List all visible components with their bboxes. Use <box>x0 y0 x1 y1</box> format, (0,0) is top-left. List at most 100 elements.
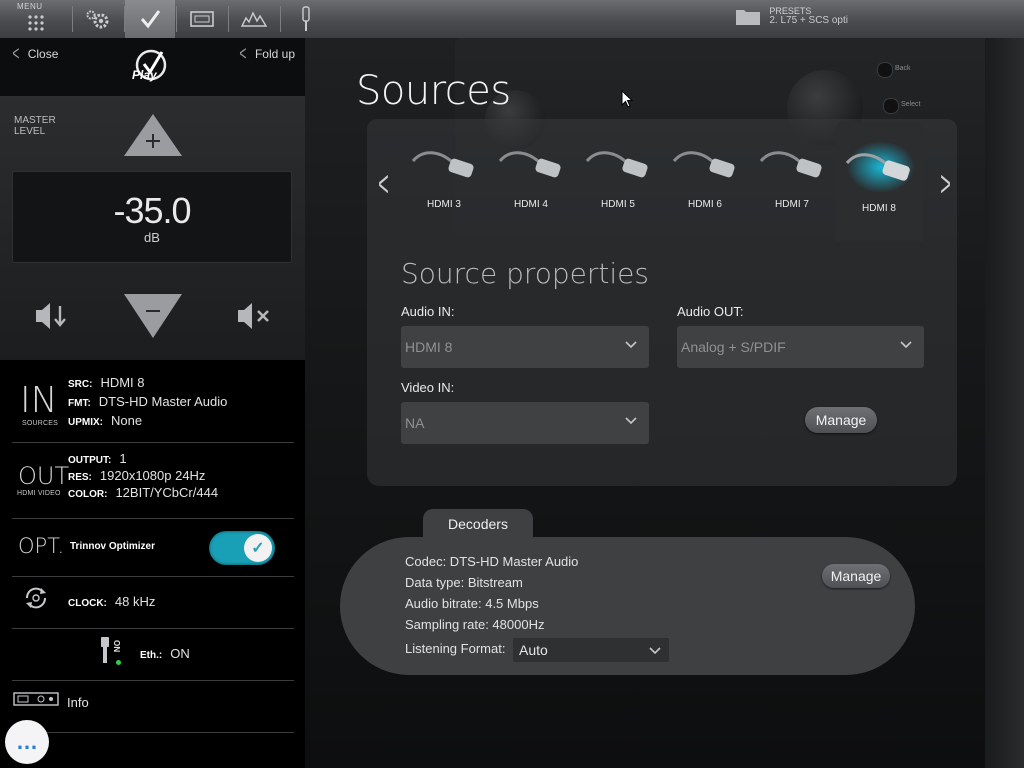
clock-row: CLOCK: 48 kHz <box>12 576 294 629</box>
sampling-rate-text: Sampling rate: 48000Hz <box>405 617 545 632</box>
video-button[interactable] <box>177 0 227 38</box>
more-options-button[interactable]: … <box>5 720 49 764</box>
eq-button[interactable] <box>229 0 279 38</box>
mouse-cursor-icon <box>621 90 633 108</box>
audio-out-label: Audio OUT: <box>677 304 744 319</box>
decoder-manage-label: Manage <box>830 568 882 584</box>
audio-in-select[interactable]: HDMI 8 <box>401 326 649 368</box>
background-back-label: Back <box>895 65 911 72</box>
io-button[interactable] <box>281 0 331 38</box>
left-panel: < Close Play < Fold up MASTER LEVEL -35.… <box>0 38 305 768</box>
volume-display: -35.0 dB <box>12 171 292 263</box>
color-value: 12BIT/YCbCr/444 <box>115 485 219 500</box>
source-item-hdmi-3[interactable]: HDMI 3 <box>401 137 487 210</box>
out-label: OUT <box>18 462 70 490</box>
gears-icon <box>86 10 109 29</box>
src-key: SRC: <box>68 379 93 390</box>
eth-status-led <box>116 660 121 665</box>
background-edge <box>985 38 1024 768</box>
output-status-row[interactable]: OUT HDMI VIDEO OUTPUT: 1 RES: 1920x1080p 2… <box>12 442 294 519</box>
more-dots-icon: … <box>16 729 38 754</box>
grid-icon <box>28 15 44 31</box>
eth-on-side-label: ON <box>112 640 121 653</box>
src-value: HDMI 8 <box>100 375 145 390</box>
clock-key: CLOCK: <box>68 598 107 609</box>
xlr-cable-icon <box>498 151 561 178</box>
source-item-hdmi-5[interactable]: HDMI 5 <box>575 137 661 210</box>
background-select-label: Select <box>901 101 921 108</box>
eth-key: Eth.: <box>140 650 163 661</box>
fold-up-button[interactable]: < Fold up <box>237 44 295 64</box>
volume-step-down-button[interactable] <box>34 300 68 332</box>
color-line: COLOR: 12BIT/YCbCr/444 <box>68 485 218 500</box>
processing-button[interactable] <box>125 0 175 38</box>
ethernet-plug-icon <box>101 637 109 663</box>
res-line: RES: 1920x1080p 24Hz <box>68 468 205 483</box>
source-label: HDMI 4 <box>514 199 548 210</box>
chevron-down-icon <box>625 417 637 425</box>
menu-label: MENU <box>17 2 43 11</box>
mute-button[interactable] <box>236 300 272 332</box>
audio-out-select[interactable]: Analog + S/PDIF <box>677 326 924 368</box>
master-label-line2: LEVEL <box>14 126 46 137</box>
menu-button[interactable]: MENU <box>0 0 72 38</box>
upmix-value: None <box>111 413 143 428</box>
audio-in-label: Audio IN: <box>401 304 455 319</box>
decoders-tab[interactable]: Decoders <box>423 509 533 539</box>
input-status-row[interactable]: IN SOURCES SRC: HDMI 8 FMT: DTS-HD Master … <box>12 360 294 443</box>
src-line: SRC: HDMI 8 <box>68 375 145 390</box>
xlr-cable-icon <box>672 151 735 178</box>
output-value: 1 <box>119 451 127 466</box>
source-item-hdmi-6[interactable]: HDMI 6 <box>662 137 748 210</box>
data-type-text: Data type: Bitstream <box>405 575 523 590</box>
output-line: OUTPUT: 1 <box>68 451 127 466</box>
info-row[interactable]: Info <box>12 680 294 733</box>
video-in-select[interactable]: NA <box>401 402 649 444</box>
device-icon <box>13 692 59 706</box>
fmt-key: FMT: <box>68 398 91 409</box>
manage-label: Manage <box>815 412 867 428</box>
presets-value: 2. L75 + SCS opti <box>769 15 848 26</box>
presets-button[interactable]: PRESETS 2. L75 + SCS opti <box>735 6 848 26</box>
source-label: HDMI 5 <box>601 199 635 210</box>
chevron-down-icon <box>900 341 912 349</box>
optimizer-toggle[interactable]: ✓ <box>209 531 275 565</box>
volume-unit: dB <box>144 230 160 245</box>
close-label: Close <box>27 47 59 61</box>
info-label: Info <box>67 695 89 710</box>
carousel-next-icon[interactable]: > <box>940 163 951 205</box>
eth-value: ON <box>170 646 190 661</box>
chevron-down-icon <box>649 647 661 655</box>
folder-icon <box>736 10 761 25</box>
fold-up-label: Fold up <box>254 47 295 61</box>
source-item-hdmi-7[interactable]: HDMI 7 <box>749 137 835 210</box>
left-panel-header: < Close Play < Fold up <box>0 38 305 96</box>
carousel-prev-icon[interactable]: < <box>378 163 389 205</box>
upmix-line: UPMIX: None <box>68 413 142 428</box>
listening-format-value: Auto <box>519 642 548 658</box>
fmt-line: FMT: DTS-HD Master Audio <box>68 394 227 409</box>
volume-down-button[interactable] <box>124 294 182 338</box>
manage-decoders-button[interactable]: Manage <box>822 564 890 588</box>
check-icon: ✓ <box>244 534 272 562</box>
chevron-down-icon <box>625 341 637 349</box>
output-key: OUTPUT: <box>68 455 112 466</box>
close-button[interactable]: < Close <box>10 44 59 64</box>
hdmi-video-caption: HDMI VIDEO <box>17 490 61 497</box>
master-level-panel: MASTER LEVEL -35.0 dB <box>0 96 305 360</box>
video-in-value: NA <box>405 415 425 431</box>
background-button <box>883 98 899 114</box>
volume-up-button[interactable] <box>124 114 182 156</box>
opt-label: OPT. <box>18 534 65 558</box>
background-button <box>877 62 893 78</box>
settings-button[interactable] <box>73 0 123 38</box>
manage-sources-button[interactable]: Manage <box>805 407 877 433</box>
play-label: Play <box>132 68 157 82</box>
source-item-hdmi-4[interactable]: HDMI 4 <box>488 137 574 210</box>
sources-caption: SOURCES <box>22 420 59 427</box>
source-item-hdmi-8[interactable]: HDMI 8 <box>836 141 922 214</box>
listening-format-select[interactable]: Auto <box>513 638 669 662</box>
master-level-label: MASTER LEVEL <box>14 115 56 137</box>
sync-icon <box>25 587 47 609</box>
main-content: Back Select Sources < > HDMI 3 HDMI 4 HD… <box>305 38 1024 768</box>
